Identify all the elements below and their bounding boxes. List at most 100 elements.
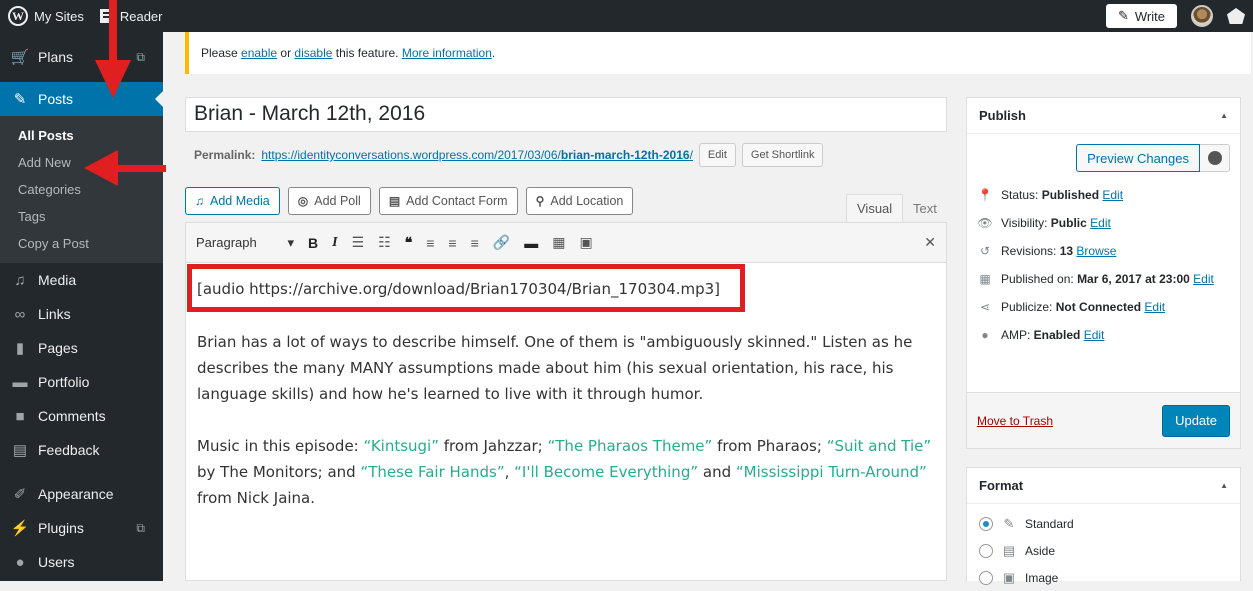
permalink-label: Permalink: [194,148,256,162]
external-link-icon: ⧉ [136,520,145,535]
calendar-icon: ▦ [979,272,991,286]
song-link[interactable]: “The Pharaos Theme” [548,437,713,455]
submenu-categories[interactable]: Categories [0,176,163,203]
add-poll-button[interactable]: ◎ Add Poll [287,187,371,215]
align-left-icon[interactable]: ≡ [426,235,434,251]
bullet-list-icon[interactable]: ☰ [352,234,365,251]
radio[interactable] [979,570,993,585]
browse-revisions-link[interactable]: Browse [1076,244,1116,258]
avatar[interactable] [1191,5,1213,27]
wordpress-icon: W [8,6,28,26]
edit-permalink-button[interactable]: Edit [698,143,736,167]
media-icon: ♫ [195,194,204,208]
align-center-icon[interactable]: ≡ [448,235,456,251]
sidebar-item-posts[interactable]: ✎ Posts [0,82,163,116]
enable-link[interactable]: enable [241,46,277,60]
format-select-value: Paragraph [196,234,257,250]
status-value: Published [1041,188,1100,202]
edit-amp-link[interactable]: Edit [1084,328,1105,342]
admin-sidebar: 🛒 Plans ⧉ ✎ Posts All Posts Add New Cate… [0,32,163,581]
sidebar-item-plugins[interactable]: ⚡ Plugins ⧉ [0,511,163,545]
amp-icon: ● [981,328,989,342]
preview-changes-button[interactable]: Preview Changes [1076,144,1200,172]
share-icon: ⋖ [979,300,991,314]
sidebar-item-media[interactable]: ♫ Media [0,263,163,297]
reader-label: Reader [119,8,163,24]
radio[interactable] [979,543,993,558]
submenu-tags[interactable]: Tags [0,203,163,230]
pin-icon: ✎ [1003,515,1015,531]
song-link[interactable]: “Mississippi Turn-Around” [736,463,927,481]
get-shortlink-button[interactable]: Get Shortlink [741,143,824,167]
sidebar-item-comments[interactable]: ■ Comments [0,399,163,433]
write-button[interactable]: ✎ Write [1105,4,1177,28]
media-icon: ♫ [14,271,26,289]
credits-text: and [698,463,736,481]
edit-publicize-link[interactable]: Edit [1144,300,1165,314]
my-sites-label: My Sites [34,8,84,24]
radio-selected[interactable] [979,516,993,531]
feature-notice: Please enable or disable this feature. M… [185,32,1251,74]
song-link[interactable]: “Kintsugi” [364,437,439,455]
numbered-list-icon[interactable]: ☷ [378,234,391,251]
tab-visual[interactable]: Visual [846,194,904,222]
song-link[interactable]: “Suit and Tie” [827,437,931,455]
publish-box-header[interactable]: Publish ▲ [967,98,1240,134]
status-row: 📍 Status: Published Edit [977,186,1230,204]
fullscreen-icon[interactable]: ✕ [924,234,936,251]
bold-icon[interactable]: B [308,235,318,251]
eye-icon: 👁 [977,216,993,230]
format-option-image[interactable]: ▣ Image [967,564,1240,591]
move-to-trash-link[interactable]: Move to Trash [977,414,1053,428]
song-link[interactable]: “I'll Become Everything” [514,463,698,481]
my-sites-link[interactable]: W My Sites [0,0,92,32]
song-link[interactable]: “These Fair Hands” [360,463,504,481]
edit-visibility-link[interactable]: Edit [1090,216,1111,230]
sidebar-item-plans[interactable]: 🛒 Plans ⧉ [0,32,163,82]
sidebar-item-portfolio[interactable]: ▬ Portfolio [0,365,163,399]
permalink-link[interactable]: https://identityconversations.wordpress.… [261,148,693,162]
sidebar-item-feedback[interactable]: ▤ Feedback [0,433,163,467]
sidebar-item-appearance[interactable]: ✐ Appearance [0,477,163,511]
format-option-aside[interactable]: ▤ Aside [967,537,1240,564]
publish-title: Publish [979,108,1026,123]
external-link-icon: ⧉ [136,49,145,64]
toolbar-toggle-icon[interactable]: ▣ [579,234,592,251]
post-title-input[interactable]: Brian - March 12th, 2016 [185,97,947,132]
location-icon: ⚲ [535,194,545,208]
keyboard-icon[interactable]: ▦ [552,234,565,251]
amp-preview-button[interactable] [1200,144,1230,172]
format-select[interactable]: Paragraph ▾ [196,235,294,251]
sidebar-item-pages[interactable]: ▮ Pages [0,331,163,365]
sidebar-item-links[interactable]: ∞ Links [0,297,163,331]
sidebar-item-users[interactable]: ● Users [0,545,163,579]
history-icon: ↺ [979,244,991,258]
edit-date-link[interactable]: Edit [1193,272,1214,286]
add-location-button[interactable]: ⚲ Add Location [525,187,634,215]
revisions-value: 13 [1059,244,1074,258]
format-option-standard[interactable]: ✎ Standard [967,510,1240,537]
reader-link[interactable]: Reader [92,0,171,32]
add-media-button[interactable]: ♫ Add Media [185,187,280,215]
edit-status-link[interactable]: Edit [1102,188,1123,202]
align-right-icon[interactable]: ≡ [471,235,479,251]
read-more-icon[interactable]: ▬ [524,235,538,251]
update-button[interactable]: Update [1162,404,1230,437]
permalink-end: / [689,148,693,162]
more-information-link[interactable]: More information [402,46,492,60]
disable-link[interactable]: disable [294,46,332,60]
submenu-all-posts[interactable]: All Posts [0,122,163,149]
write-icon: ✎ [1117,8,1129,23]
tab-text[interactable]: Text [903,194,947,222]
italic-icon[interactable]: I [332,235,337,251]
add-contact-form-button[interactable]: ▤ Add Contact Form [378,187,518,215]
notifications-icon[interactable] [1227,8,1245,24]
publicize-value: Not Connected [1055,300,1142,314]
link-icon[interactable]: 🔗 [493,234,510,251]
submenu-copy-a-post[interactable]: Copy a Post [0,230,163,257]
portfolio-icon: ▬ [12,373,28,391]
appearance-icon: ✐ [13,486,27,503]
sidebar-item-label: Comments [38,408,106,424]
format-box-header[interactable]: Format ▲ [967,468,1240,504]
blockquote-icon[interactable]: ❝ [405,234,413,251]
